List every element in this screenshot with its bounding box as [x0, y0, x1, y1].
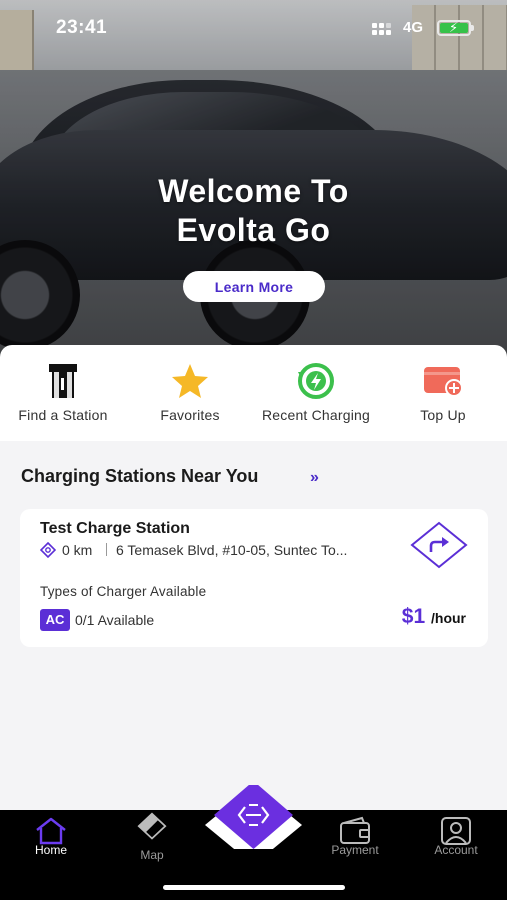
action-top-up[interactable]: Top Up — [373, 345, 507, 441]
tab-label: Map — [140, 848, 164, 862]
battery-icon: ⚡ — [437, 20, 474, 36]
recent-charging-icon — [298, 363, 334, 399]
status-time: 23:41 — [56, 17, 108, 38]
wallet-add-icon — [424, 367, 463, 397]
scan-charge-button[interactable] — [205, 785, 302, 849]
location-diamond-icon — [40, 542, 56, 558]
station-price: $1 /hour — [402, 605, 466, 629]
station-distance: 0 km — [62, 542, 93, 558]
action-recent-charging[interactable]: Recent Charging — [246, 345, 386, 441]
see-more-icon[interactable]: » — [310, 469, 319, 487]
directions-icon[interactable] — [410, 521, 468, 569]
station-address: 6 Temasek Blvd, #10-05, Suntec To... — [116, 542, 348, 558]
tab-label: Home — [34, 843, 67, 857]
account-icon — [441, 817, 471, 845]
action-label: Find a Station — [18, 407, 108, 423]
hero-title: Welcome To Evolta Go — [0, 172, 507, 250]
network-label: 4G — [403, 19, 424, 36]
home-indicator — [163, 885, 345, 890]
charger-type-badge: AC — [40, 609, 70, 631]
section-title: Charging Stations Near You — [21, 466, 259, 486]
charging-station-icon — [49, 364, 77, 398]
wallet-icon — [340, 816, 370, 844]
divider — [106, 543, 107, 556]
action-find-station[interactable]: Find a Station — [0, 345, 133, 441]
action-label: Recent Charging — [261, 407, 371, 423]
star-icon — [172, 364, 208, 398]
signal-icon — [372, 23, 391, 35]
action-label: Top Up — [420, 407, 466, 423]
station-card[interactable]: Test Charge Station 0 km 6 Temasek Blvd,… — [20, 509, 488, 647]
station-name: Test Charge Station — [40, 520, 190, 537]
map-icon — [137, 812, 167, 840]
tab-label: Account — [434, 843, 478, 857]
price-value: $1 — [401, 605, 426, 628]
action-favorites[interactable]: Favorites — [120, 345, 260, 441]
home-icon — [36, 817, 66, 845]
action-label: Favorites — [160, 407, 220, 423]
learn-more-button[interactable]: Learn More — [183, 271, 325, 302]
quick-actions: Find a Station Favorites Recent Charging… — [0, 345, 507, 441]
status-bar: 23:41 4G ⚡ — [0, 0, 507, 56]
charger-availability: 0/1 Available — [75, 612, 155, 628]
hero-title-line1: Welcome To — [158, 173, 349, 209]
hero-title-line2: Evolta Go — [176, 212, 331, 248]
charger-types-label: Types of Charger Available — [40, 584, 207, 599]
price-unit: /hour — [431, 610, 466, 626]
tab-label: Payment — [331, 843, 379, 857]
